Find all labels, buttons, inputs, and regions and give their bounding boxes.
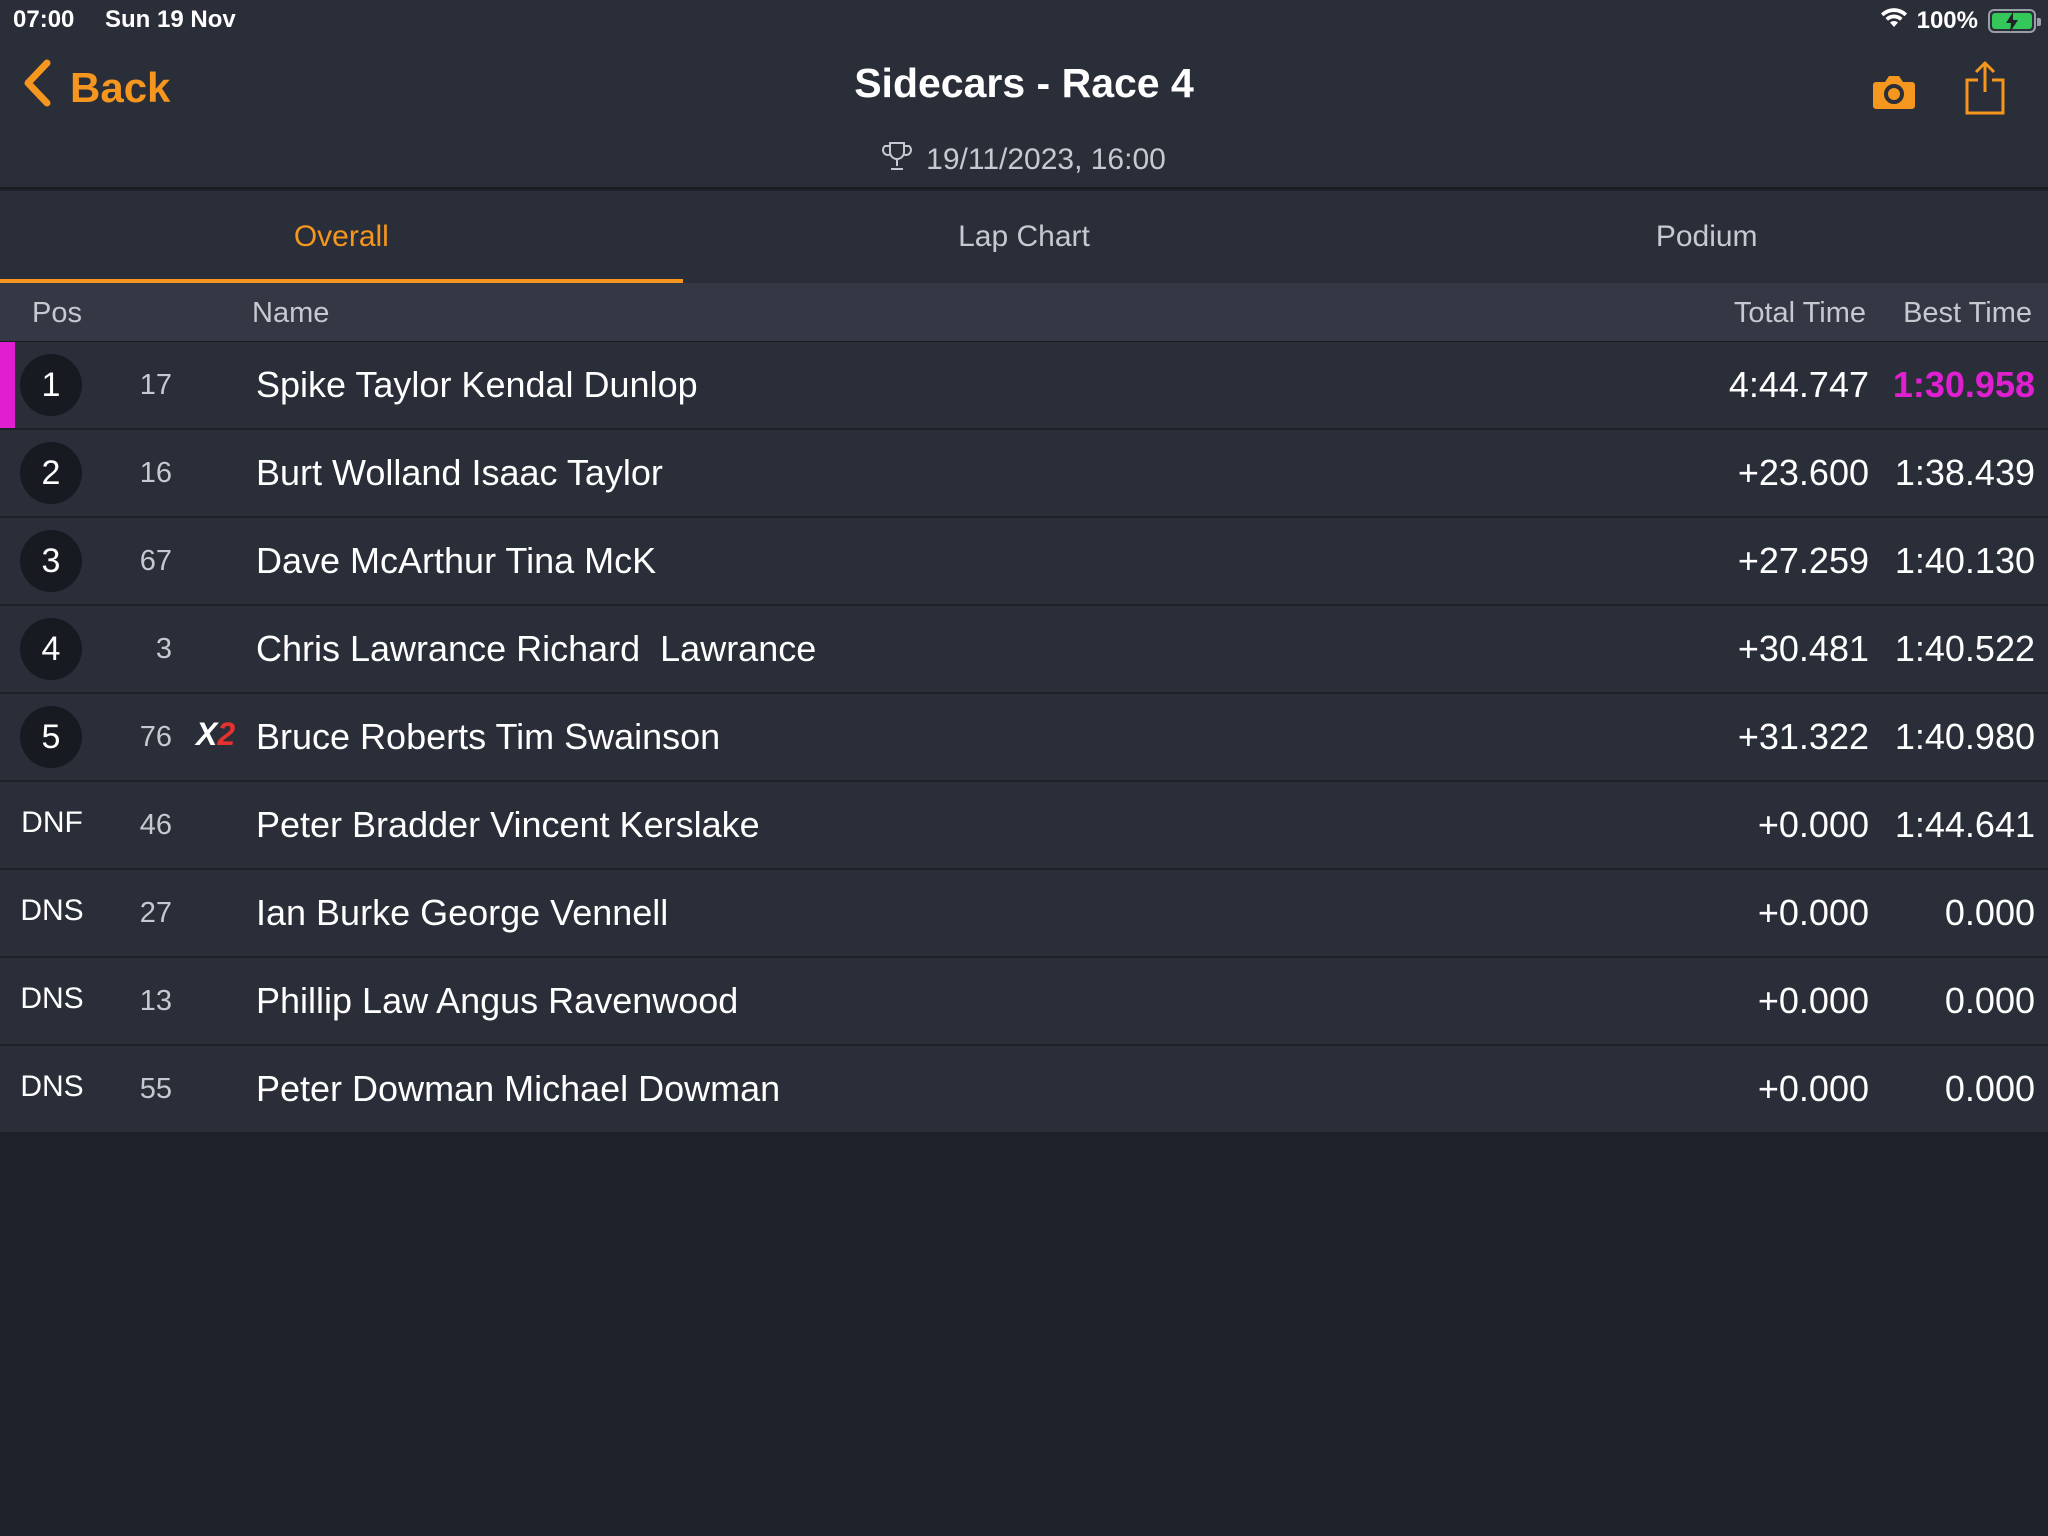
table-row[interactable]: 4 3 Chris Lawrance Richard Lawrance +30.481… — [0, 606, 2048, 694]
race-number: 17 — [139, 369, 172, 401]
total-time: +27.259 — [1737, 540, 1869, 581]
total-time: +0.000 — [1757, 980, 1869, 1021]
table-row[interactable]: DNS 55 Peter Dowman Michael Dowman +0.000 0.… — [0, 1046, 2048, 1134]
rider-names: Chris Lawrance Richard Lawrance — [256, 628, 817, 669]
wifi-icon — [1879, 5, 1909, 36]
table-row[interactable]: DNS 27 Ian Burke George Vennell +0.000 0.000 — [0, 870, 2048, 958]
best-time: 0.000 — [1944, 1068, 2035, 1109]
total-time: +0.000 — [1757, 804, 1869, 845]
tab-lap-chart[interactable]: Lap Chart — [683, 191, 1366, 283]
header-area: 07:00 Sun 19 Nov 100% Back Sidecars - Ra… — [0, 0, 2048, 189]
race-number: 27 — [139, 897, 172, 929]
col-pos[interactable]: Pos — [32, 297, 82, 330]
rider-names: Spike Taylor Kendal Dunlop — [256, 364, 698, 405]
total-time: 4:44.747 — [1728, 364, 1869, 405]
total-time: +30.481 — [1737, 628, 1869, 669]
total-time: +31.322 — [1737, 716, 1869, 757]
badge-number: 2 — [217, 716, 236, 752]
rider-names: Bruce Roberts Tim Swainson — [256, 716, 721, 757]
position: 4 — [20, 618, 82, 680]
position: DNS — [20, 982, 84, 1015]
table-row[interactable]: 3 67 Dave McArthur Tina McK +27.259 1:40.130 — [0, 518, 2048, 606]
rider-names: Phillip Law Angus Ravenwood — [256, 980, 739, 1021]
position: DNF — [21, 806, 83, 839]
tab-bar: Overall Lap Chart Podium — [0, 191, 2048, 283]
best-time: 1:44.641 — [1894, 804, 2035, 845]
best-time: 1:40.522 — [1894, 628, 2035, 669]
table-row[interactable]: 5 76 X2 Bruce Roberts Tim Swainson +31.322 1:… — [0, 694, 2048, 782]
race-number: 13 — [139, 985, 172, 1017]
race-number: 76 — [139, 721, 172, 753]
race-datetime: 19/11/2023, 16:00 — [0, 140, 2048, 180]
class-badge: X2 — [196, 716, 235, 753]
status-right: 100% — [1879, 5, 2041, 36]
position: 5 — [20, 706, 82, 768]
tab-podium[interactable]: Podium — [1365, 191, 2048, 283]
datetime-text: 19/11/2023, 16:00 — [926, 143, 1166, 176]
results-header: Pos Name Total Time Best Time — [0, 283, 2048, 342]
status-bar: 07:00 Sun 19 Nov 100% — [0, 0, 2048, 40]
race-number: 67 — [139, 545, 172, 577]
table-row[interactable]: 2 16 Burt Wolland Isaac Taylor +23.600 1:38.… — [0, 430, 2048, 518]
battery-percent: 100% — [1916, 6, 1978, 34]
battery-icon — [1988, 8, 2041, 33]
best-time: 1:40.980 — [1894, 716, 2035, 757]
results-table: 1 17 Spike Taylor Kendal Dunlop 4:44.747 1:3… — [0, 342, 2048, 1134]
col-best-time[interactable]: Best Time — [1903, 297, 2032, 330]
status-time: 07:00 — [13, 6, 75, 33]
table-row[interactable]: DNS 13 Phillip Law Angus Ravenwood +0.000 0.… — [0, 958, 2048, 1046]
best-time: 0.000 — [1944, 980, 2035, 1021]
total-time: +0.000 — [1757, 892, 1869, 933]
tab-overall[interactable]: Overall — [0, 191, 683, 283]
rider-names: Peter Bradder Vincent Kerslake — [256, 804, 760, 845]
best-time: 0.000 — [1944, 892, 2035, 933]
col-total-time[interactable]: Total Time — [1734, 297, 1866, 330]
best-time: 1:30.958 — [1892, 364, 2035, 405]
share-button[interactable] — [1964, 60, 2006, 121]
position: 1 — [20, 354, 82, 416]
position: 2 — [20, 442, 82, 504]
rider-names: Peter Dowman Michael Dowman — [256, 1068, 781, 1109]
race-number: 3 — [155, 633, 172, 665]
page-title: Sidecars - Race 4 — [854, 60, 1194, 106]
rider-names: Ian Burke George Vennell — [256, 892, 669, 933]
race-number: 46 — [139, 809, 172, 841]
total-time: +23.600 — [1737, 452, 1869, 493]
rider-names: Dave McArthur Tina McK — [256, 540, 657, 581]
best-time: 1:38.439 — [1894, 452, 2035, 493]
best-time: 1:40.130 — [1894, 540, 2035, 581]
table-row[interactable]: 1 17 Spike Taylor Kendal Dunlop 4:44.747 1:3… — [0, 342, 2048, 430]
camera-button[interactable] — [1872, 72, 1916, 117]
badge-letter: X — [196, 716, 218, 752]
position: 3 — [20, 530, 82, 592]
total-time: +0.000 — [1757, 1068, 1869, 1109]
race-number: 16 — [139, 457, 172, 489]
col-name[interactable]: Name — [252, 297, 329, 330]
table-row[interactable]: DNF 46 Peter Bradder Vincent Kerslake +0.00… — [0, 782, 2048, 870]
race-number: 55 — [139, 1073, 172, 1105]
position: DNS — [20, 894, 84, 927]
trophy-icon — [882, 140, 913, 180]
position: DNS — [20, 1070, 84, 1103]
status-date: Sun 19 Nov — [105, 6, 236, 33]
rider-names: Burt Wolland Isaac Taylor — [256, 452, 663, 493]
